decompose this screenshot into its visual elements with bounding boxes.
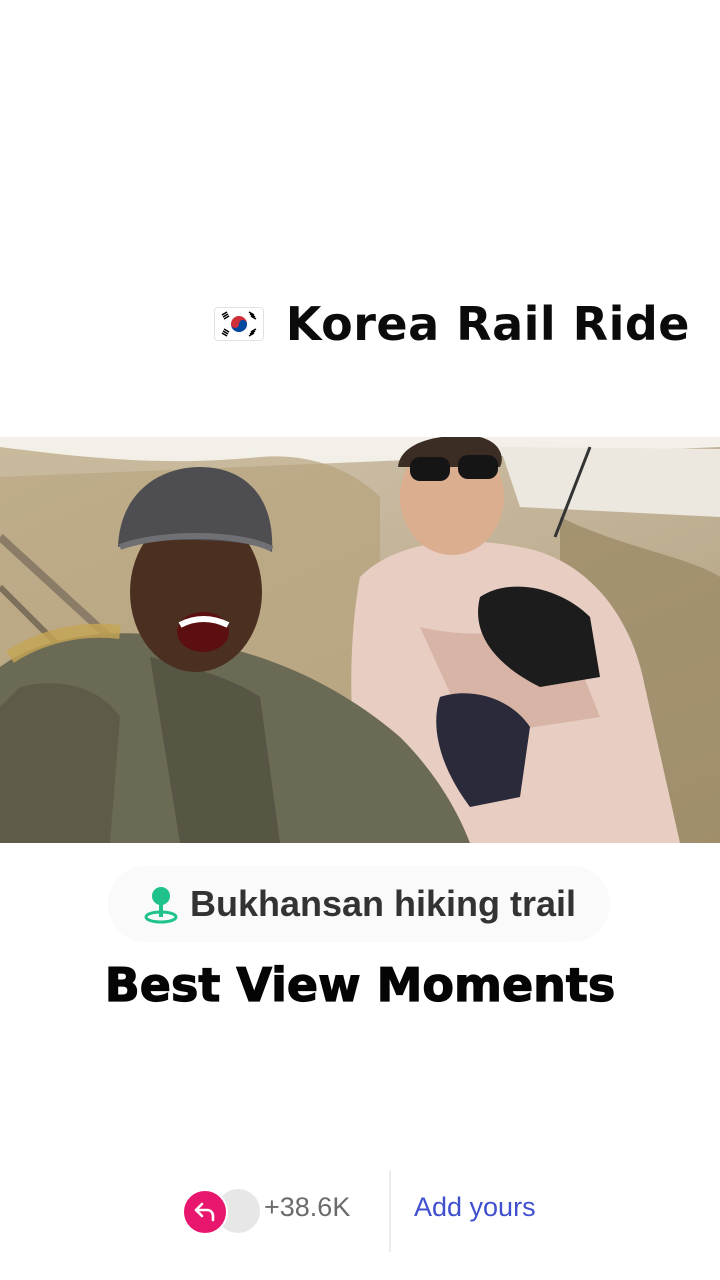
location-sticker[interactable]: Bukhansan hiking trail (108, 866, 610, 942)
south-korea-flag-icon (213, 307, 264, 341)
reply-arrow-icon (194, 1202, 215, 1222)
story-title: Korea Rail Ride (285, 297, 690, 351)
participant-count: +38.6K (264, 1192, 351, 1222)
participant-avatars[interactable] (182, 1187, 262, 1235)
divider (389, 1170, 391, 1252)
sticker-title-row: Korea Rail Ride (0, 292, 690, 356)
selfie-photo (0, 437, 720, 843)
add-yours-bar: +38.6K Add yours (0, 1170, 720, 1252)
location-pin-icon (144, 887, 178, 924)
add-yours-button[interactable]: Add yours (414, 1192, 536, 1223)
story-subtitle: Best View Moments (104, 957, 616, 1012)
location-label: Bukhansan hiking trail (189, 883, 577, 924)
avatar (182, 1189, 228, 1235)
